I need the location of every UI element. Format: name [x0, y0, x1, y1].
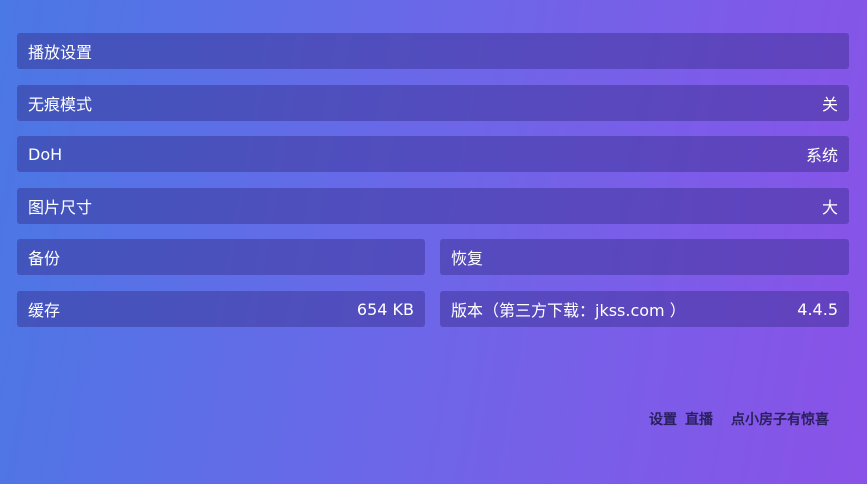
- doh-value: 系统: [805, 146, 838, 165]
- backup-label: 备份: [28, 249, 61, 268]
- version-label: 版本（第三方下载：jkss.com ）: [451, 301, 686, 320]
- backup-button[interactable]: 备份: [17, 239, 425, 275]
- cache-label: 缓存: [28, 301, 61, 320]
- cache-size-value: 654 KB: [356, 299, 414, 319]
- footer-nav: 设置 直播 点小房子有惊喜: [649, 409, 829, 429]
- incognito-mode-item[interactable]: 无痕模式 关: [17, 85, 849, 121]
- settings-link[interactable]: 设置: [649, 409, 677, 429]
- footer-spacer: [721, 409, 723, 429]
- live-link[interactable]: 直播: [685, 409, 713, 429]
- restore-button[interactable]: 恢复: [440, 239, 849, 275]
- incognito-mode-value: 关: [821, 95, 838, 114]
- incognito-mode-label: 无痕模式: [28, 95, 93, 114]
- image-size-value: 大: [821, 198, 838, 217]
- playback-settings-label: 播放设置: [28, 43, 93, 62]
- restore-label: 恢复: [451, 249, 484, 268]
- version-value: 4.4.5: [797, 299, 838, 319]
- image-size-item[interactable]: 图片尺寸 大: [17, 188, 849, 224]
- doh-label: DoH: [28, 144, 63, 164]
- playback-settings-item[interactable]: 播放设置: [17, 33, 849, 69]
- doh-item[interactable]: DoH 系统: [17, 136, 849, 172]
- image-size-label: 图片尺寸: [28, 198, 93, 217]
- version-item[interactable]: 版本（第三方下载：jkss.com ） 4.4.5: [440, 291, 849, 327]
- home-hint-text: 点小房子有惊喜: [731, 412, 829, 428]
- cache-item[interactable]: 缓存 654 KB: [17, 291, 425, 327]
